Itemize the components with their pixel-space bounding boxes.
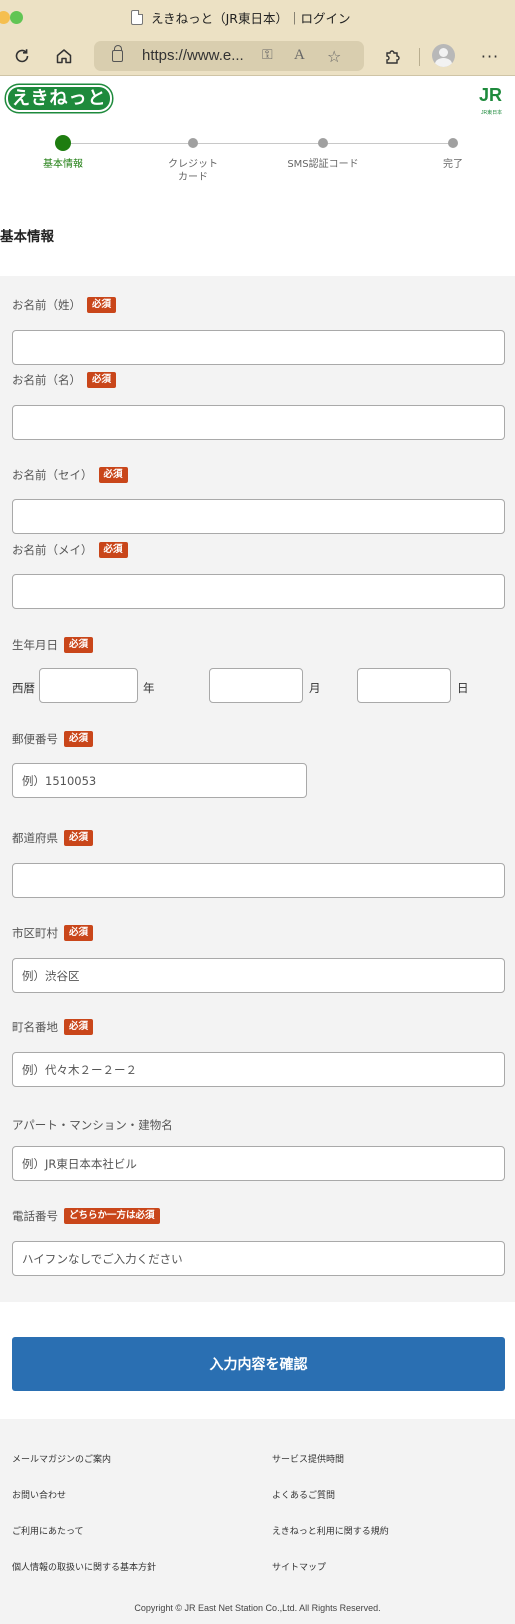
browser-toolbar: https://www.e... ⚿ A ☆ ··· <box>0 36 515 76</box>
year-unit: 年 <box>143 681 155 695</box>
label-text: 都道府県 <box>12 831 58 845</box>
last-name-label: お名前（姓） 必須 <box>12 297 117 313</box>
step-dot <box>448 138 458 148</box>
step-dot-active <box>55 135 71 151</box>
era-label: 西暦 <box>12 681 35 695</box>
footer-link-usage[interactable]: ご利用にあたって <box>12 1524 84 1537</box>
footer: メールマガジンのご案内 サービス提供時間 お問い合わせ よくあるご質問 ご利用に… <box>0 1419 515 1624</box>
label-text: 電話番号 <box>12 1209 58 1223</box>
required-badge: 必須 <box>98 542 128 558</box>
required-badge: 必須 <box>64 731 94 747</box>
birth-year-input[interactable] <box>39 668 138 703</box>
last-name-input[interactable] <box>12 330 505 365</box>
address-bar[interactable]: https://www.e... ⚿ A ☆ <box>94 41 364 71</box>
street-label: 町名番地 必須 <box>12 1019 94 1035</box>
required-badge: 必須 <box>64 830 94 846</box>
footer-link-terms[interactable]: えきねっと利用に関する規約 <box>272 1524 389 1537</box>
footer-link-contact[interactable]: お問い合わせ <box>12 1488 66 1501</box>
birth-month-input[interactable] <box>209 668 303 703</box>
browser-tab[interactable]: えきねっと（JR東日本）｜ログイン <box>131 8 351 27</box>
step-label: 完了 <box>443 159 463 170</box>
postal-code-label: 郵便番号 必須 <box>12 731 94 747</box>
building-input[interactable] <box>12 1146 505 1181</box>
last-name-kana-label: お名前（セイ） 必須 <box>12 467 128 483</box>
ekinet-logo[interactable]: えきねっと <box>6 85 113 112</box>
tab-title: えきねっと（JR東日本）｜ログイン <box>151 11 351 26</box>
section-title: 基本情報 <box>0 229 54 245</box>
label-text: お名前（セイ） <box>12 468 93 482</box>
birthdate-label: 生年月日 必須 <box>12 637 94 653</box>
url-text: https://www.e... <box>142 47 244 64</box>
prefecture-input[interactable] <box>12 863 505 898</box>
key-icon[interactable]: ⚿ <box>262 47 273 63</box>
lock-icon <box>112 45 123 62</box>
required-badge: 必須 <box>87 297 117 313</box>
label-text: 郵便番号 <box>12 732 58 746</box>
footer-link-privacy[interactable]: 個人情報の取扱いに関する基本方針 <box>12 1560 156 1573</box>
home-icon[interactable] <box>52 44 76 68</box>
confirm-button[interactable]: 入力内容を確認 <box>12 1337 505 1391</box>
footer-link-sitemap[interactable]: サイトマップ <box>272 1560 326 1573</box>
progress-stepper: 基本情報 クレジット カード SMS認証コード 完了 <box>0 125 515 195</box>
label-text: 生年月日 <box>12 638 58 652</box>
step-label: 基本情報 <box>43 159 83 170</box>
zoom-window-button[interactable] <box>10 11 23 24</box>
first-name-kana-input[interactable] <box>12 574 505 609</box>
label-text: 町名番地 <box>12 1020 58 1034</box>
toolbar-divider <box>419 48 420 66</box>
stepper-line <box>63 143 453 144</box>
step-label: SMS認証コード <box>287 159 359 170</box>
label-text: アパート・マンション・建物名 <box>12 1118 173 1132</box>
label-text: お名前（姓） <box>12 298 81 312</box>
favorite-add-icon[interactable]: ☆ <box>327 47 341 66</box>
reload-icon[interactable] <box>10 44 34 68</box>
footer-link-faq[interactable]: よくあるご質問 <box>272 1488 335 1501</box>
label-text: お名前（名） <box>12 373 81 387</box>
required-badge: 必須 <box>64 637 94 653</box>
site-header: えきねっと JR JR東日本 <box>0 77 515 122</box>
building-label: アパート・マンション・建物名 <box>12 1117 173 1133</box>
first-name-input[interactable] <box>12 405 505 440</box>
read-aloud-icon[interactable]: A <box>294 47 305 64</box>
footer-link-newsletter[interactable]: メールマガジンのご案内 <box>12 1452 111 1465</box>
either-required-badge: どちらか一方は必須 <box>64 1208 160 1224</box>
jr-logo-subtext: JR東日本 <box>481 110 503 116</box>
profile-avatar[interactable] <box>432 44 455 67</box>
day-unit: 日 <box>457 681 469 695</box>
required-badge: 必須 <box>98 467 128 483</box>
extensions-icon[interactable] <box>380 44 404 68</box>
label-text: 市区町村 <box>12 926 58 940</box>
street-input[interactable] <box>12 1052 505 1087</box>
postal-code-input[interactable] <box>12 763 307 798</box>
month-unit: 月 <box>309 681 321 695</box>
required-badge: 必須 <box>87 372 117 388</box>
city-label: 市区町村 必須 <box>12 925 94 941</box>
jr-logo-text: JR <box>479 85 503 105</box>
phone-input[interactable] <box>12 1241 505 1276</box>
minimize-window-button[interactable] <box>0 11 10 24</box>
registration-form: お名前（姓） 必須 お名前（名） 必須 お名前（セイ） 必須 お名前（メイ） 必… <box>0 276 515 1302</box>
last-name-kana-input[interactable] <box>12 499 505 534</box>
birth-day-input[interactable] <box>357 668 451 703</box>
jr-east-logo[interactable]: JR JR東日本 <box>479 85 507 116</box>
page-icon <box>131 10 143 25</box>
step-label: クレジット カード <box>168 159 218 183</box>
first-name-kana-label: お名前（メイ） 必須 <box>12 542 128 558</box>
step-dot <box>188 138 198 148</box>
required-badge: 必須 <box>64 1019 94 1035</box>
phone-label: 電話番号 どちらか一方は必須 <box>12 1208 160 1224</box>
required-badge: 必須 <box>64 925 94 941</box>
copyright-text: Copyright © JR East Net Station Co.,Ltd.… <box>134 1603 381 1613</box>
label-text: お名前（メイ） <box>12 543 93 557</box>
step-dot <box>318 138 328 148</box>
more-menu-icon[interactable]: ··· <box>478 44 502 68</box>
city-input[interactable] <box>12 958 505 993</box>
prefecture-label: 都道府県 必須 <box>12 830 94 846</box>
browser-titlebar: えきねっと（JR東日本）｜ログイン <box>0 0 515 36</box>
footer-link-service-hours[interactable]: サービス提供時間 <box>272 1452 344 1465</box>
first-name-label: お名前（名） 必須 <box>12 372 117 388</box>
